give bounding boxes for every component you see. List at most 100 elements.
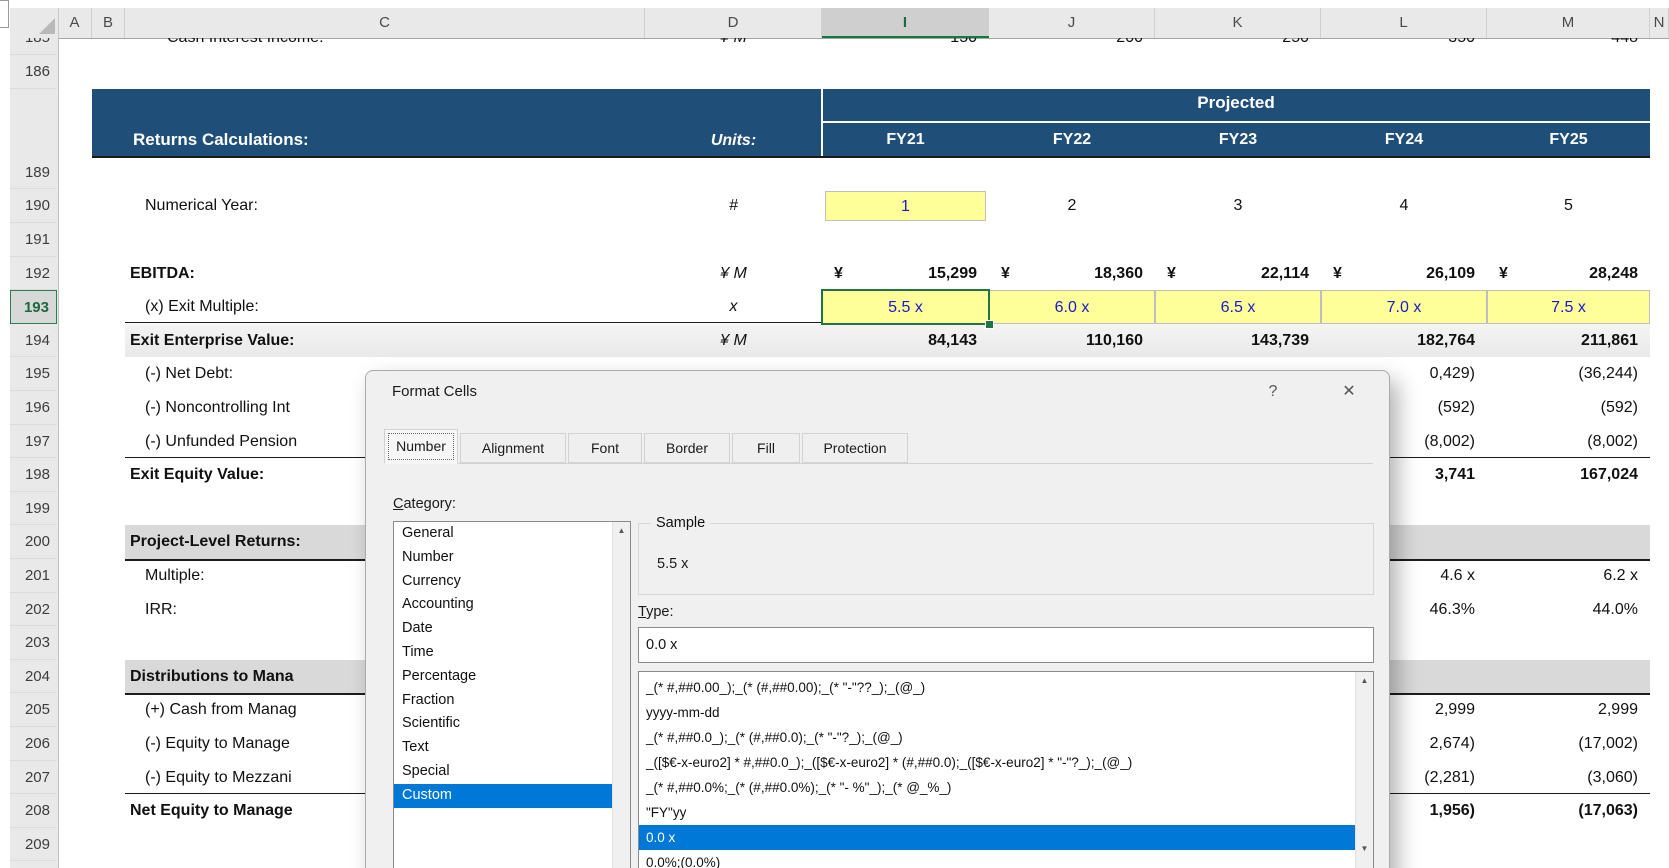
category-item-custom[interactable]: Custom: [394, 783, 623, 808]
row-label-194[interactable]: Exit Enterprise Value:: [130, 324, 295, 358]
row-label-198[interactable]: Exit Equity Value:: [130, 458, 264, 492]
cell-L192[interactable]: ¥26,109: [1321, 257, 1487, 291]
cell-M198[interactable]: 167,024: [1487, 458, 1650, 492]
row-label-195[interactable]: (-) Net Debt:: [145, 357, 233, 391]
cell-M208[interactable]: (17,063): [1487, 794, 1650, 828]
cell-M195[interactable]: (36,244): [1487, 357, 1650, 391]
tab-strip-divider: [384, 463, 1373, 464]
format-code-item[interactable]: yyyy-mm-dd: [639, 700, 1356, 725]
unit-cell-190[interactable]: #: [645, 189, 822, 223]
year-header-FY25[interactable]: FY25: [1487, 131, 1650, 149]
row-label-206[interactable]: (-) Equity to Manage: [145, 727, 290, 761]
cell-J194[interactable]: 110,160: [989, 324, 1155, 358]
scroll-up-icon[interactable]: ▲: [613, 522, 630, 539]
cell-M194[interactable]: 211,861: [1487, 324, 1650, 358]
tab-protection[interactable]: Protection: [802, 433, 908, 463]
cell-I190[interactable]: 1: [825, 191, 986, 221]
cell-L190[interactable]: 4: [1321, 189, 1487, 223]
category-item-number[interactable]: Number: [394, 546, 623, 570]
row-label-201[interactable]: Multiple:: [145, 559, 205, 593]
cell-I185[interactable]: 150: [822, 38, 989, 55]
cell-M190[interactable]: 5: [1487, 189, 1650, 223]
tab-border[interactable]: Border: [644, 433, 730, 463]
cell-K194[interactable]: 143,739: [1155, 324, 1321, 358]
unit-cell-193[interactable]: x: [645, 290, 822, 324]
row-label-204[interactable]: Distributions to Mana: [130, 660, 294, 694]
section-title: Returns Calculations:: [133, 129, 309, 149]
cell-K190[interactable]: 3: [1155, 189, 1321, 223]
format-code-item[interactable]: _([$€-x-euro2] * #,##0.0_);_([$€-x-euro2…: [639, 750, 1356, 775]
unit-cell-185[interactable]: ¥ M: [645, 38, 822, 55]
cell-J190[interactable]: 2: [989, 189, 1155, 223]
tab-font[interactable]: Font: [568, 433, 642, 463]
category-item-general[interactable]: General: [394, 522, 623, 546]
category-item-special[interactable]: Special: [394, 760, 623, 784]
tab-number[interactable]: Number: [384, 429, 458, 464]
cell-M206[interactable]: (17,002): [1487, 727, 1650, 761]
format-code-item[interactable]: "FY"yy: [639, 800, 1356, 825]
row-label-200[interactable]: Project-Level Returns:: [130, 525, 301, 559]
scroll-down-icon[interactable]: ▼: [1356, 840, 1373, 857]
cell-M192[interactable]: ¥28,248: [1487, 257, 1650, 291]
currency-symbol: ¥: [834, 264, 843, 282]
format-code-item[interactable]: _(* #,##0.00_);_(* (#,##0.00);_(* "-"??_…: [639, 675, 1356, 700]
unit-cell-194[interactable]: ¥ M: [645, 324, 822, 358]
row-label-193[interactable]: (x) Exit Multiple:: [145, 290, 259, 324]
cell-M205[interactable]: 2,999: [1487, 693, 1650, 727]
cell-M201[interactable]: 6.2 x: [1487, 559, 1650, 593]
category-item-percentage[interactable]: Percentage: [394, 665, 623, 689]
fill-handle[interactable]: [985, 319, 994, 329]
year-header-FY24[interactable]: FY24: [1321, 131, 1487, 149]
row-label-207[interactable]: (-) Equity to Mezzani: [145, 761, 292, 795]
row-label-208[interactable]: Net Equity to Manage: [130, 794, 293, 828]
row-label-190[interactable]: Numerical Year:: [145, 189, 258, 223]
cell-L194[interactable]: 182,764: [1321, 324, 1487, 358]
format-code-item[interactable]: 0.0 x: [639, 825, 1356, 850]
category-item-scientific[interactable]: Scientific: [394, 712, 623, 736]
row-label-197[interactable]: (-) Unfunded Pension: [145, 425, 297, 459]
sample-label: Sample: [651, 515, 711, 531]
row-label-196[interactable]: (-) Noncontrolling Int: [145, 391, 290, 425]
category-item-text[interactable]: Text: [394, 736, 623, 760]
category-item-date[interactable]: Date: [394, 617, 623, 641]
year-header-FY21[interactable]: FY21: [822, 131, 989, 149]
tab-alignment[interactable]: Alignment: [460, 433, 566, 463]
cell-M193[interactable]: 7.5 x: [1487, 290, 1650, 324]
cell-M185[interactable]: 448: [1487, 38, 1650, 55]
cell-K192[interactable]: ¥22,114: [1155, 257, 1321, 291]
cell-M207[interactable]: (3,060): [1487, 761, 1650, 795]
tab-fill[interactable]: Fill: [732, 433, 800, 463]
scroll-up-icon[interactable]: ▲: [1356, 672, 1373, 689]
row-label-205[interactable]: (+) Cash from Manag: [145, 693, 297, 727]
row-label-185[interactable]: Cash Interest Income:: [167, 38, 324, 55]
category-item-accounting[interactable]: Accounting: [394, 593, 623, 617]
category-scrollbar[interactable]: ▲: [612, 522, 630, 868]
category-item-fraction[interactable]: Fraction: [394, 689, 623, 713]
category-item-time[interactable]: Time: [394, 641, 623, 665]
cell-L185[interactable]: 350: [1321, 38, 1487, 55]
cell-J185[interactable]: 200: [989, 38, 1155, 55]
cell-M197[interactable]: (8,002): [1487, 425, 1650, 459]
category-item-currency[interactable]: Currency: [394, 570, 623, 594]
cell-K185[interactable]: 250: [1155, 38, 1321, 55]
format-code-item[interactable]: 0.0%;(0.0%): [639, 850, 1356, 868]
unit-cell-192[interactable]: ¥ M: [645, 257, 822, 291]
cell-K193[interactable]: 6.5 x: [1155, 290, 1321, 324]
cell-M196[interactable]: (592): [1487, 391, 1650, 425]
cell-J193[interactable]: 6.0 x: [989, 290, 1155, 324]
type-input[interactable]: 0.0 x: [638, 627, 1374, 663]
format-scrollbar[interactable]: ▲ ▼: [1355, 672, 1373, 868]
cell-M202[interactable]: 44.0%: [1487, 593, 1650, 627]
close-icon[interactable]: ✕: [1334, 379, 1364, 405]
help-icon[interactable]: ?: [1258, 379, 1288, 405]
format-code-item[interactable]: _(* #,##0.0%;_(* (#,##0.0%);_(* "- %"_);…: [639, 775, 1356, 800]
row-label-202[interactable]: IRR:: [145, 593, 177, 627]
year-header-FY22[interactable]: FY22: [989, 131, 1155, 149]
row-label-192[interactable]: EBITDA:: [130, 257, 195, 291]
cell-I192[interactable]: ¥15,299: [822, 257, 989, 291]
year-header-FY23[interactable]: FY23: [1155, 131, 1321, 149]
cell-L193[interactable]: 7.0 x: [1321, 290, 1487, 324]
cell-I194[interactable]: 84,143: [822, 324, 989, 358]
cell-J192[interactable]: ¥18,360: [989, 257, 1155, 291]
format-code-item[interactable]: _(* #,##0.0_);_(* (#,##0.0);_(* "-"?_);_…: [639, 725, 1356, 750]
